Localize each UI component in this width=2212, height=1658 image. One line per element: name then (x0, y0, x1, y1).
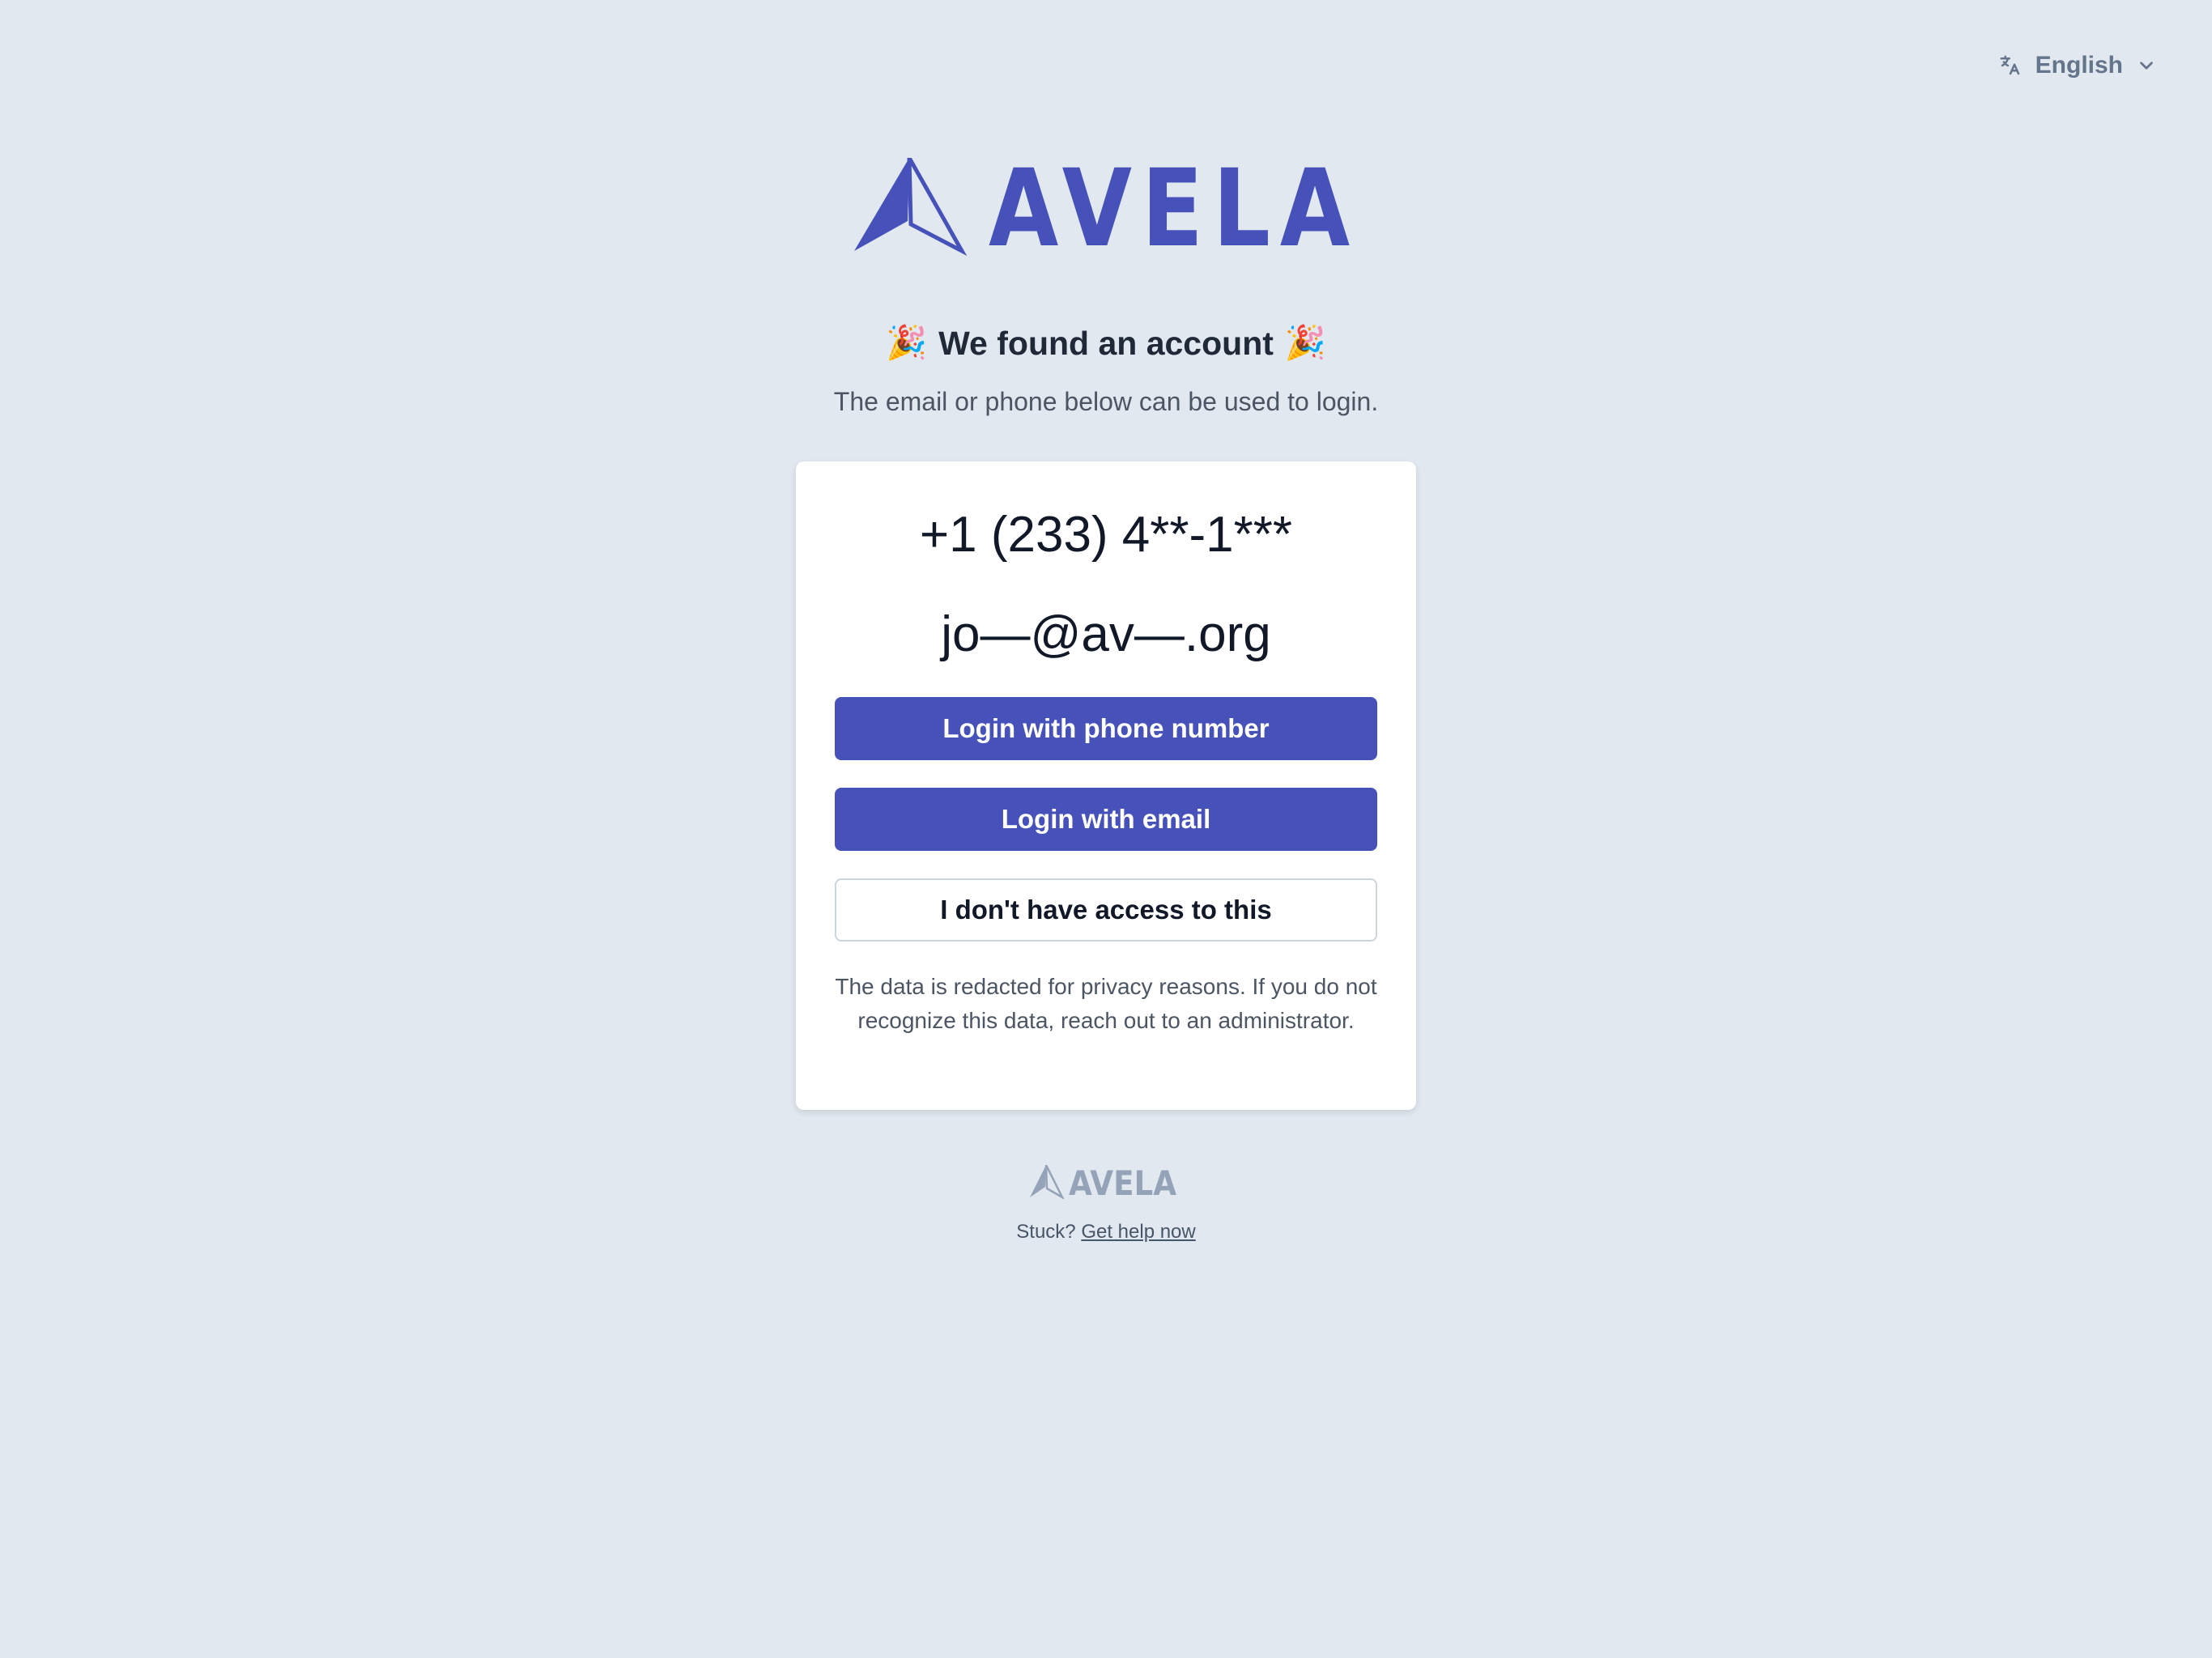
redacted-phone: +1 (233) 4**-1*** (919, 507, 1293, 563)
get-help-link[interactable]: Get help now (1081, 1221, 1195, 1243)
svg-text:AVELA: AVELA (989, 158, 1359, 257)
page-title: 🎉 We found an account 🎉 (0, 324, 2212, 363)
avela-logo: AVELA (854, 158, 1359, 257)
language-label: English (2035, 52, 2123, 79)
party-popper-icon: 🎉 (886, 324, 928, 361)
title-text: We found an account (938, 324, 1274, 362)
avela-footer-logo: AVELA (1030, 1165, 1176, 1199)
login-phone-button[interactable]: Login with phone number (835, 697, 1377, 760)
help-footer: Stuck? Get help now (0, 1221, 2212, 1244)
svg-text:AVELA: AVELA (1069, 1165, 1176, 1199)
language-selector[interactable]: English (1998, 52, 2157, 79)
redacted-email: jo—@av—.org (941, 606, 1271, 662)
stuck-label: Stuck? (1016, 1221, 1076, 1243)
privacy-note: The data is redacted for privacy reasons… (835, 974, 1377, 1033)
translate-icon (1998, 53, 2023, 78)
page-subtitle: The email or phone below can be used to … (833, 387, 1379, 416)
chevron-down-icon (2136, 55, 2157, 76)
no-access-button[interactable]: I don't have access to this (835, 878, 1377, 942)
party-popper-icon: 🎉 (1284, 324, 1326, 361)
login-email-button[interactable]: Login with email (835, 788, 1377, 851)
